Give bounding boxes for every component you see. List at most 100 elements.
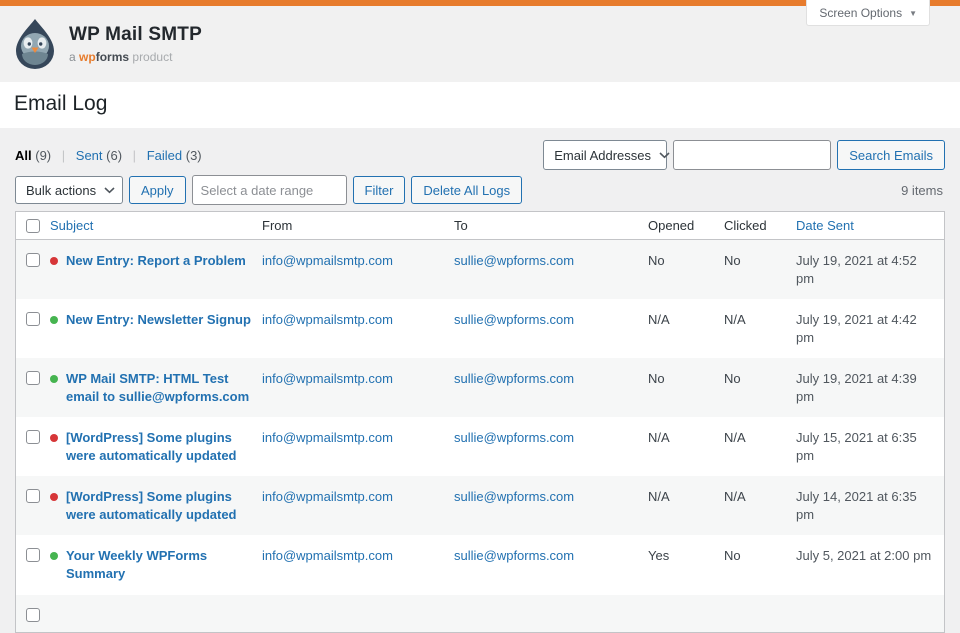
to-cell: sullie@wpforms.com bbox=[454, 358, 648, 400]
clicked-value: No bbox=[724, 240, 796, 282]
to-cell: sullie@wpforms.com bbox=[454, 240, 648, 282]
from-email-link[interactable]: info@wpmailsmtp.com bbox=[262, 312, 393, 327]
row-checkbox[interactable] bbox=[26, 489, 40, 503]
row-checkbox-cell bbox=[16, 299, 50, 326]
row-checkbox-cell bbox=[16, 240, 50, 267]
delete-all-logs-button[interactable]: Delete All Logs bbox=[411, 176, 522, 204]
subject-link[interactable]: New Entry: Report a Problem bbox=[66, 252, 246, 270]
opened-value: N/A bbox=[648, 299, 724, 341]
subject-cell: WP Mail SMTP: HTML Test email to sullie@… bbox=[50, 358, 262, 417]
table-toolbar: Bulk actions Apply Filter Delete All Log… bbox=[15, 175, 945, 205]
select-all-checkbox[interactable] bbox=[26, 219, 40, 233]
row-checkbox-cell bbox=[16, 476, 50, 503]
from-email-link[interactable]: info@wpmailsmtp.com bbox=[262, 548, 393, 563]
subject-link[interactable]: WP Mail SMTP: HTML Test email to sullie@… bbox=[66, 370, 254, 405]
tagline-prefix: a bbox=[69, 50, 76, 64]
status-dot bbox=[50, 434, 58, 442]
subject-cell: New Entry: Report a Problem bbox=[50, 240, 262, 282]
bulk-actions-value: Bulk actions bbox=[26, 183, 96, 198]
filter-separator: | bbox=[62, 148, 65, 163]
subject-link[interactable]: [WordPress] Some plugins were automatica… bbox=[66, 488, 254, 523]
bulk-actions-select[interactable]: Bulk actions bbox=[15, 176, 123, 204]
filter-sent-link[interactable]: Sent bbox=[76, 148, 103, 163]
from-email-link[interactable]: info@wpmailsmtp.com bbox=[262, 253, 393, 268]
column-header-clicked: Clicked bbox=[724, 218, 796, 233]
clicked-value: N/A bbox=[724, 417, 796, 459]
opened-value bbox=[648, 595, 724, 619]
row-checkbox[interactable] bbox=[26, 430, 40, 444]
chevron-down-icon: ▼ bbox=[909, 9, 917, 18]
search-controls: Email Addresses Search Emails bbox=[543, 140, 945, 170]
date-sent-value: July 19, 2021 at 4:52 pm bbox=[796, 240, 944, 299]
from-email-link[interactable]: info@wpmailsmtp.com bbox=[262, 371, 393, 386]
filter-sent-count: (6) bbox=[106, 148, 122, 163]
column-header-to: To bbox=[454, 218, 648, 233]
row-checkbox[interactable] bbox=[26, 548, 40, 562]
subject-link[interactable]: New Entry: Newsletter Signup bbox=[66, 311, 251, 329]
row-checkbox[interactable] bbox=[26, 312, 40, 326]
wpforms-brand-forms: forms bbox=[96, 50, 129, 64]
from-cell: info@wpmailsmtp.com bbox=[262, 358, 454, 400]
date-sent-value: July 14, 2021 at 6:35 pm bbox=[796, 476, 944, 535]
table-row: [WordPress] Some plugins were automatica… bbox=[16, 417, 944, 476]
status-dot bbox=[50, 316, 58, 324]
subject-link[interactable]: Your Weekly WPForms Summary bbox=[66, 547, 254, 582]
table-row: WP Mail SMTP: HTML Test email to sullie@… bbox=[16, 358, 944, 417]
chevron-down-icon bbox=[104, 187, 115, 194]
from-email-link[interactable]: info@wpmailsmtp.com bbox=[262, 430, 393, 445]
column-header-subject[interactable]: Subject bbox=[50, 218, 262, 233]
to-email-link[interactable]: sullie@wpforms.com bbox=[454, 371, 574, 386]
column-header-date-sent[interactable]: Date Sent bbox=[796, 218, 944, 233]
search-field-select[interactable]: Email Addresses bbox=[543, 140, 667, 170]
filter-button[interactable]: Filter bbox=[353, 176, 406, 204]
to-email-link[interactable]: sullie@wpforms.com bbox=[454, 548, 574, 563]
subject-cell: New Entry: Newsletter Signup bbox=[50, 299, 262, 341]
row-checkbox[interactable] bbox=[26, 608, 40, 622]
to-cell bbox=[454, 595, 648, 619]
clicked-value: N/A bbox=[724, 476, 796, 518]
wpforms-brand-wp: wp bbox=[79, 50, 96, 64]
row-checkbox-cell bbox=[16, 595, 50, 622]
opened-value: N/A bbox=[648, 476, 724, 518]
to-email-link[interactable]: sullie@wpforms.com bbox=[454, 312, 574, 327]
apply-button[interactable]: Apply bbox=[129, 176, 186, 204]
table-row: [WordPress] Some plugins were automatica… bbox=[16, 476, 944, 535]
row-checkbox[interactable] bbox=[26, 253, 40, 267]
to-email-link[interactable]: sullie@wpforms.com bbox=[454, 489, 574, 504]
screen-options-label: Screen Options bbox=[819, 6, 902, 20]
opened-value: No bbox=[648, 240, 724, 282]
subject-cell: Your Weekly WPForms Summary bbox=[50, 535, 262, 594]
subject-cell: [WordPress] Some plugins were automatica… bbox=[50, 417, 262, 476]
subject-cell bbox=[50, 595, 262, 632]
from-cell bbox=[262, 595, 454, 619]
column-header-opened: Opened bbox=[648, 218, 724, 233]
date-sent-value: July 19, 2021 at 4:39 pm bbox=[796, 358, 944, 417]
opened-value: No bbox=[648, 358, 724, 400]
row-checkbox[interactable] bbox=[26, 371, 40, 385]
to-email-link[interactable]: sullie@wpforms.com bbox=[454, 430, 574, 445]
wp-mail-smtp-pigeon-logo-icon bbox=[14, 18, 56, 70]
search-field-select-value: Email Addresses bbox=[554, 148, 651, 163]
to-email-link[interactable]: sullie@wpforms.com bbox=[454, 253, 574, 268]
date-sent-value: July 15, 2021 at 6:35 pm bbox=[796, 417, 944, 476]
filter-all-link[interactable]: All bbox=[15, 148, 32, 163]
screen-options-button[interactable]: Screen Options ▼ bbox=[806, 0, 930, 26]
clicked-value bbox=[724, 595, 796, 619]
plugin-tagline: a wpforms product bbox=[69, 50, 202, 64]
content-area: All (9) | Sent (6) | Failed (3) Email Ad… bbox=[0, 128, 960, 633]
search-emails-button[interactable]: Search Emails bbox=[837, 140, 945, 170]
row-checkbox-cell bbox=[16, 358, 50, 385]
opened-value: N/A bbox=[648, 417, 724, 459]
from-cell: info@wpmailsmtp.com bbox=[262, 476, 454, 518]
date-range-input[interactable] bbox=[192, 175, 347, 205]
subject-link[interactable]: [WordPress] Some plugins were automatica… bbox=[66, 429, 254, 464]
from-email-link[interactable]: info@wpmailsmtp.com bbox=[262, 489, 393, 504]
filter-failed-link[interactable]: Failed bbox=[147, 148, 182, 163]
table-row: New Entry: Newsletter Signup info@wpmail… bbox=[16, 299, 944, 358]
search-input[interactable] bbox=[673, 140, 831, 170]
date-sent-value: July 19, 2021 at 4:42 pm bbox=[796, 299, 944, 358]
filter-failed-count: (3) bbox=[186, 148, 202, 163]
row-checkbox-cell bbox=[16, 535, 50, 562]
subject-cell: [WordPress] Some plugins were automatica… bbox=[50, 476, 262, 535]
from-cell: info@wpmailsmtp.com bbox=[262, 299, 454, 341]
